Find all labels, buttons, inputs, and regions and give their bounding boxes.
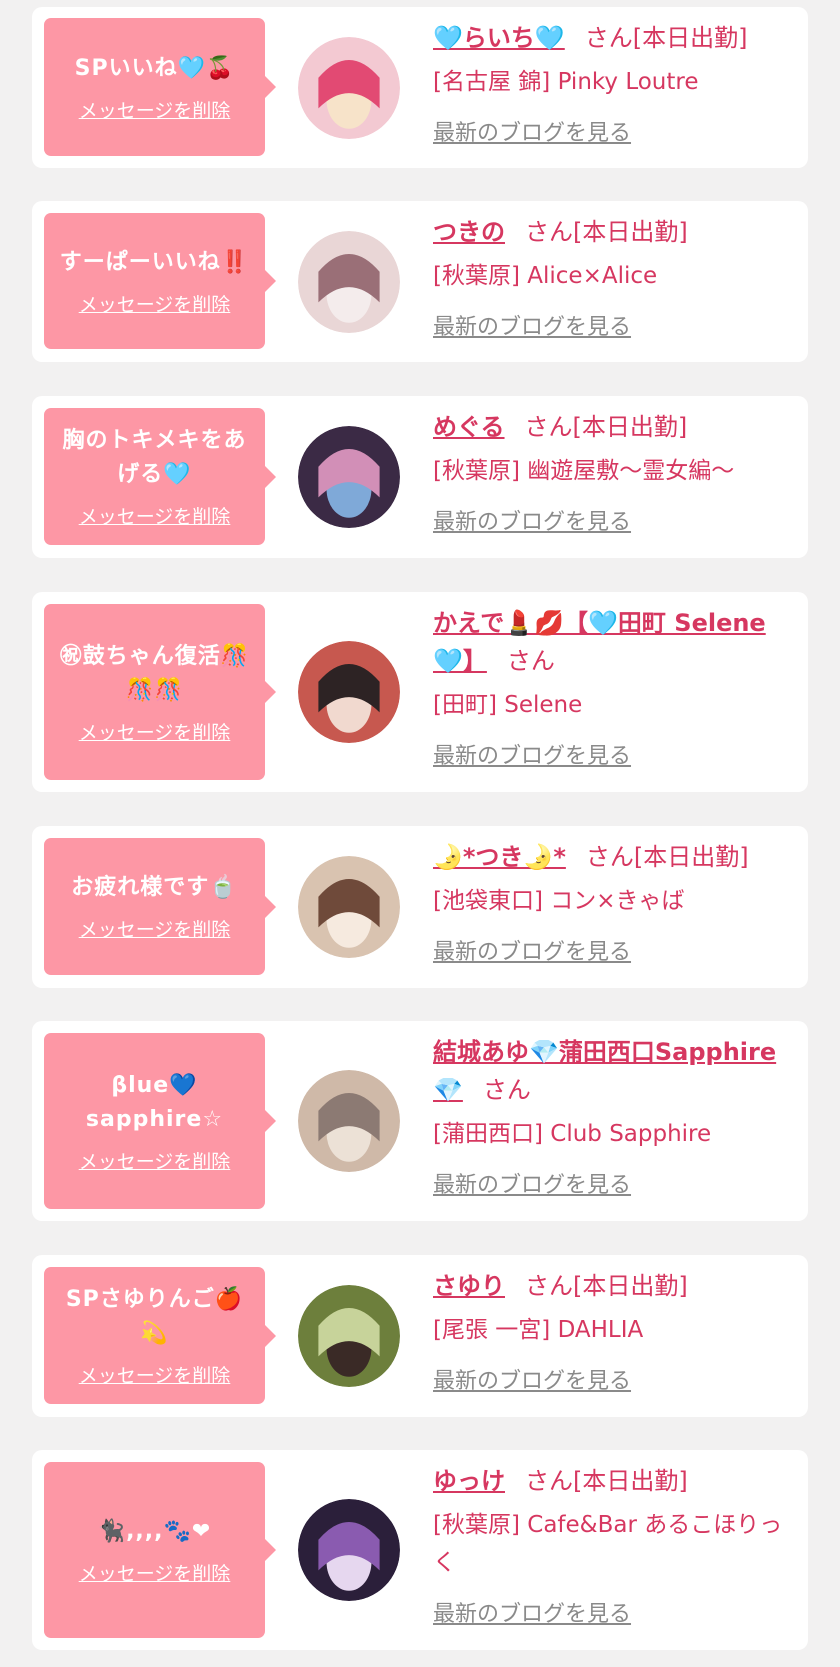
cast-info: つきの さん[本日出勤] [秋葉原] Alice×Alice 最新のブログを見る bbox=[433, 213, 788, 341]
cast-name-link[interactable]: かえで💄💋【🩵田町 Selene🩵】 bbox=[433, 609, 766, 675]
shop-label: [尾張 一宮] DAHLIA bbox=[433, 1317, 644, 1343]
message-text: 胸のトキメキをあげる🩵 bbox=[62, 428, 247, 487]
message-bubble: お疲れ様です🍵 メッセージを削除 bbox=[44, 838, 276, 975]
shop-label: [名古屋 錦] Pinky Loutre bbox=[433, 69, 699, 95]
cast-suffix: さん bbox=[506, 647, 555, 675]
cast-suffix: さん bbox=[482, 1076, 531, 1104]
delete-message-link[interactable]: メッセージを削除 bbox=[79, 1559, 231, 1586]
avatar[interactable] bbox=[298, 641, 400, 743]
avatar[interactable] bbox=[298, 37, 400, 139]
message-bubble: 🐈‍⬛,,,,🐾❤ メッセージを削除 bbox=[44, 1462, 276, 1638]
delete-message-link[interactable]: メッセージを削除 bbox=[79, 96, 231, 123]
shop-label: [秋葉原] Cafe&Bar あるこほりっく bbox=[433, 1512, 783, 1576]
message-text: SPいいね🩵🍒 bbox=[74, 55, 235, 81]
cast-name-link[interactable]: 🌛*つき🌛* bbox=[433, 843, 566, 871]
message-bubble: すーぱーいいね‼️ メッセージを削除 bbox=[44, 213, 276, 349]
blog-link[interactable]: 最新のブログを見る bbox=[433, 1167, 631, 1199]
cast-name-link[interactable]: ゆっけ bbox=[433, 1467, 505, 1495]
blog-link[interactable]: 最新のブログを見る bbox=[433, 1596, 631, 1628]
avatar[interactable] bbox=[298, 426, 400, 528]
avatar[interactable] bbox=[298, 1285, 400, 1387]
list-item: SPいいね🩵🍒 メッセージを削除 🩵らいち🩵 さん[本日出勤] [名古屋 錦] P… bbox=[32, 7, 808, 168]
shop-label: [池袋東口] コン×きゃば bbox=[433, 888, 685, 914]
message-bubble: SPいいね🩵🍒 メッセージを削除 bbox=[44, 18, 276, 156]
blog-link[interactable]: 最新のブログを見る bbox=[433, 504, 631, 536]
cast-info: 🩵らいち🩵 さん[本日出勤] [名古屋 錦] Pinky Loutre 最新のブロ… bbox=[433, 19, 788, 147]
delete-message-link[interactable]: メッセージを削除 bbox=[79, 502, 231, 529]
avatar[interactable] bbox=[298, 1499, 400, 1601]
list-item: お疲れ様です🍵 メッセージを削除 🌛*つき🌛* さん[本日出勤] [池袋東口] コ… bbox=[32, 826, 808, 988]
cast-name-link[interactable]: さゆり bbox=[433, 1272, 505, 1300]
blog-link[interactable]: 最新のブログを見る bbox=[433, 738, 631, 770]
cast-info: 結城あゆ💎蒲田西口Sapphire💎 さん [蒲田西口] Club Sapphir… bbox=[433, 1033, 788, 1199]
cast-suffix: さん[本日出勤] bbox=[525, 218, 688, 246]
cast-info: かえで💄💋【🩵田町 Selene🩵】 さん [田町] Selene 最新のブログを… bbox=[433, 604, 788, 770]
blog-link[interactable]: 最新のブログを見る bbox=[433, 309, 631, 341]
message-text: ㊗鼓ちゃん復活🎊🎊🎊 bbox=[59, 643, 250, 703]
cast-suffix: さん[本日出勤] bbox=[525, 1272, 688, 1300]
list-item: 🐈‍⬛,,,,🐾❤ メッセージを削除 ゆっけ さん[本日出勤] [秋葉原] Caf… bbox=[32, 1450, 808, 1650]
name-line: かえで💄💋【🩵田町 Selene🩵】 さん bbox=[433, 604, 788, 680]
blog-link[interactable]: 最新のブログを見る bbox=[433, 934, 631, 966]
shop-label: [秋葉原] Alice×Alice bbox=[433, 263, 658, 289]
name-line: 結城あゆ💎蒲田西口Sapphire💎 さん bbox=[433, 1033, 788, 1109]
name-line: さゆり さん[本日出勤] bbox=[433, 1267, 788, 1305]
cast-info: ゆっけ さん[本日出勤] [秋葉原] Cafe&Bar あるこほりっく 最新のブロ… bbox=[433, 1462, 788, 1628]
message-text: 🐈‍⬛,,,,🐾❤ bbox=[97, 1518, 212, 1544]
cast-name-link[interactable]: めぐる bbox=[433, 413, 505, 441]
avatar[interactable] bbox=[298, 1070, 400, 1172]
message-text: お疲れ様です🍵 bbox=[71, 875, 238, 900]
list-item: すーぱーいいね‼️ メッセージを削除 つきの さん[本日出勤] [秋葉原] Ali… bbox=[32, 201, 808, 362]
delete-message-link[interactable]: メッセージを削除 bbox=[79, 1147, 231, 1174]
message-text: すーぱーいいね‼️ bbox=[59, 249, 250, 275]
name-line: ゆっけ さん[本日出勤] bbox=[433, 1462, 788, 1500]
cast-suffix: さん[本日出勤] bbox=[524, 413, 688, 441]
cast-info: 🌛*つき🌛* さん[本日出勤] [池袋東口] コン×きゃば 最新のブログを見る bbox=[433, 838, 788, 966]
cast-name-link[interactable]: つきの bbox=[433, 218, 505, 246]
avatar[interactable] bbox=[298, 231, 400, 333]
blog-link[interactable]: 最新のブログを見る bbox=[433, 115, 631, 147]
name-line: 🌛*つき🌛* さん[本日出勤] bbox=[433, 838, 788, 876]
delete-message-link[interactable]: メッセージを削除 bbox=[79, 915, 231, 942]
blog-link[interactable]: 最新のブログを見る bbox=[433, 1363, 631, 1395]
list-item: ㊗鼓ちゃん復活🎊🎊🎊 メッセージを削除 かえで💄💋【🩵田町 Selene🩵】 さん… bbox=[32, 592, 808, 792]
list-item: βlue💙sapphire☆ メッセージを削除 結城あゆ💎蒲田西口Sapphir… bbox=[32, 1021, 808, 1221]
message-text: SPさゆりんご🍎💫 bbox=[65, 1287, 244, 1346]
message-bubble: 胸のトキメキをあげる🩵 メッセージを削除 bbox=[44, 408, 276, 545]
message-bubble: SPさゆりんご🍎💫 メッセージを削除 bbox=[44, 1267, 276, 1404]
shop-label: [秋葉原] 幽遊屋敷〜霊女編〜 bbox=[433, 458, 735, 484]
cast-suffix: さん[本日出勤] bbox=[584, 24, 748, 52]
name-line: めぐる さん[本日出勤] bbox=[433, 408, 788, 446]
cast-name-link[interactable]: 🩵らいち🩵 bbox=[433, 24, 565, 52]
message-bubble: βlue💙sapphire☆ メッセージを削除 bbox=[44, 1033, 276, 1209]
shop-label: [田町] Selene bbox=[433, 692, 583, 718]
cast-info: めぐる さん[本日出勤] [秋葉原] 幽遊屋敷〜霊女編〜 最新のブログを見る bbox=[433, 408, 788, 536]
list-item: SPさゆりんご🍎💫 メッセージを削除 さゆり さん[本日出勤] [尾張 一宮] D… bbox=[32, 1255, 808, 1417]
cast-info: さゆり さん[本日出勤] [尾張 一宮] DAHLIA 最新のブログを見る bbox=[433, 1267, 788, 1395]
message-text: βlue💙sapphire☆ bbox=[85, 1072, 224, 1132]
shop-label: [蒲田西口] Club Sapphire bbox=[433, 1121, 712, 1147]
delete-message-link[interactable]: メッセージを削除 bbox=[79, 1361, 231, 1388]
name-line: 🩵らいち🩵 さん[本日出勤] bbox=[433, 19, 788, 57]
avatar[interactable] bbox=[298, 856, 400, 958]
cast-suffix: さん[本日出勤] bbox=[585, 843, 749, 871]
delete-message-link[interactable]: メッセージを削除 bbox=[79, 718, 231, 745]
message-bubble: ㊗鼓ちゃん復活🎊🎊🎊 メッセージを削除 bbox=[44, 604, 276, 780]
list-item: 胸のトキメキをあげる🩵 メッセージを削除 めぐる さん[本日出勤] [秋葉原] 幽… bbox=[32, 396, 808, 558]
delete-message-link[interactable]: メッセージを削除 bbox=[79, 290, 231, 317]
name-line: つきの さん[本日出勤] bbox=[433, 213, 788, 251]
cast-suffix: さん[本日出勤] bbox=[525, 1467, 688, 1495]
